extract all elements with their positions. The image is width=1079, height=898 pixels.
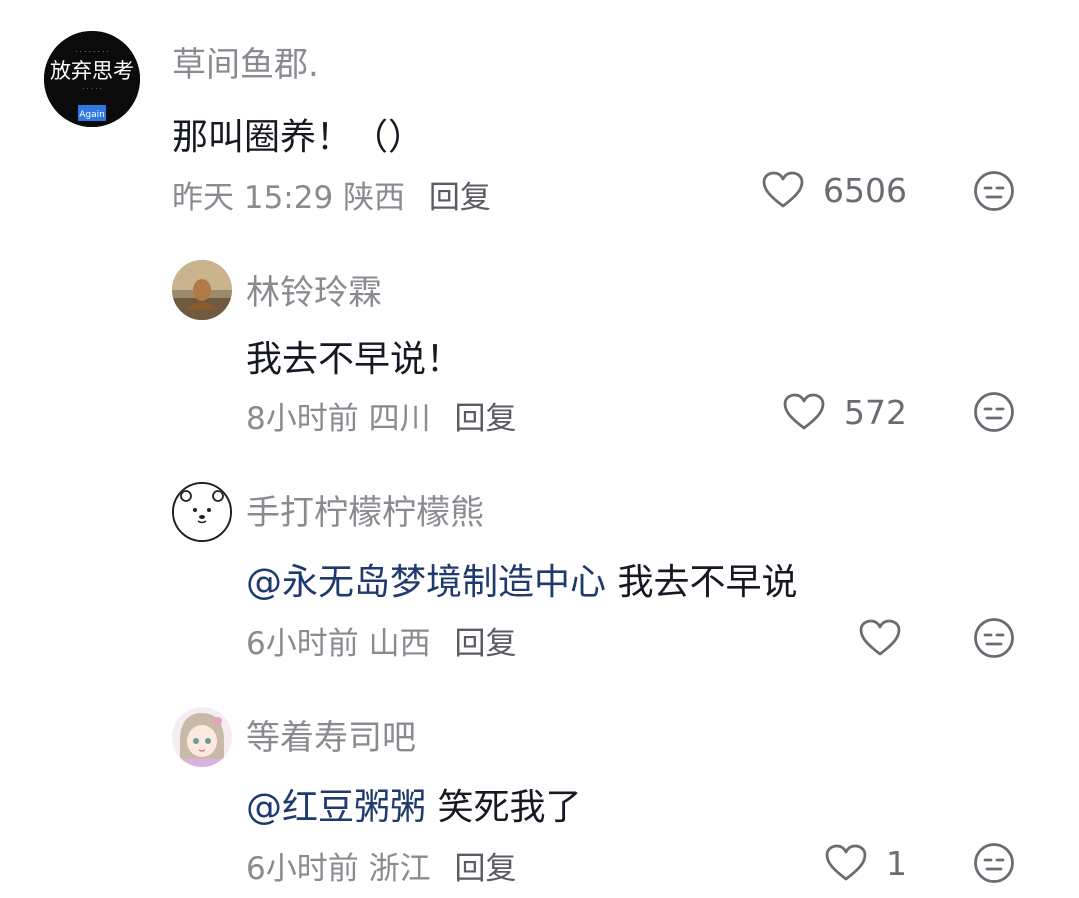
comment-text: 我去不早说！ [246,339,463,380]
comment-meta: 8小时前 四川 回复 [246,393,516,438]
avatar[interactable]: · · · · · · · · 放弃思考 · · · · · Again [44,31,140,127]
location: 浙江 [368,851,431,887]
comment-meta: 6小时前 山西 回复 [246,618,516,663]
comment-text: 那叫圈养！（） [172,117,425,158]
svg-text:· · · · · · · ·: · · · · · · · · [75,48,108,56]
comment-body: 我去不早说 [606,562,798,603]
dislike-face-icon[interactable] [972,841,1016,885]
username[interactable]: 手打柠檬柠檬熊 [246,485,484,534]
svg-text:Again: Again [79,110,105,120]
mention-link[interactable]: @红豆粥粥 [246,787,426,828]
like-count: 1 [886,843,907,883]
heart-outline-icon [762,171,804,208]
comment-3: 手打柠檬柠檬熊 @永无岛梦境制造中心 我去不早说 6小时前 山西 回复 [0,460,1079,685]
location: 四川 [368,401,431,437]
comment-text: @永无岛梦境制造中心 我去不早说 [246,553,797,605]
avatar[interactable] [172,260,232,320]
dislike-face-icon[interactable] [972,390,1016,434]
svg-text:放弃思考: 放弃思考 [50,59,134,83]
reply-button[interactable]: 回复 [429,180,491,216]
heart-outline-icon [825,844,867,881]
comment-meta: 6小时前 浙江 回复 [246,843,516,888]
like-button[interactable] [858,616,902,660]
comment-body: 笑死我了 [426,787,582,828]
statue-avatar-icon [172,260,232,320]
timestamp: 8小时前 [246,401,359,437]
like-button[interactable]: 1 [824,841,907,885]
like-button[interactable]: 572 [782,390,907,434]
comment-text: @红豆粥粥 笑死我了 [246,778,581,830]
svg-text:· · · · ·: · · · · · [82,85,102,93]
book-cover-avatar-icon: · · · · · · · · 放弃思考 · · · · · Again [44,31,140,127]
white-bear-avatar-icon [174,484,230,540]
reply-button[interactable]: 回复 [454,626,516,662]
anime-girl-avatar-icon [172,707,232,767]
location: 山西 [368,626,431,662]
like-button[interactable]: 6506 [761,168,907,212]
username[interactable]: 草间鱼郡. [172,37,319,86]
heart-outline-icon [859,619,901,656]
reply-button[interactable]: 回复 [454,401,516,437]
dislike-face-icon[interactable] [972,616,1016,660]
comment-1: · · · · · · · · 放弃思考 · · · · · Again 草间鱼… [0,0,1079,230]
dislike-face-icon[interactable] [972,169,1016,213]
comment-4: 等着寿司吧 @红豆粥粥 笑死我了 6小时前 浙江 回复 1 [0,685,1079,898]
location: 陕西 [343,180,406,216]
comment-meta: 昨天 15:29 陕西 回复 [172,172,491,217]
comment-2: 林铃玲霖 我去不早说！ 8小时前 四川 回复 572 [0,230,1079,460]
username[interactable]: 等着寿司吧 [246,710,416,759]
like-count: 572 [844,392,907,432]
avatar[interactable] [172,707,232,767]
username[interactable]: 林铃玲霖 [246,265,382,314]
avatar[interactable] [172,482,232,542]
heart-outline-icon [783,393,825,430]
timestamp: 昨天 15:29 [172,180,334,216]
timestamp: 6小时前 [246,626,359,662]
timestamp: 6小时前 [246,851,359,887]
mention-link[interactable]: @永无岛梦境制造中心 [246,562,606,603]
reply-button[interactable]: 回复 [454,851,516,887]
like-count: 6506 [823,170,907,210]
